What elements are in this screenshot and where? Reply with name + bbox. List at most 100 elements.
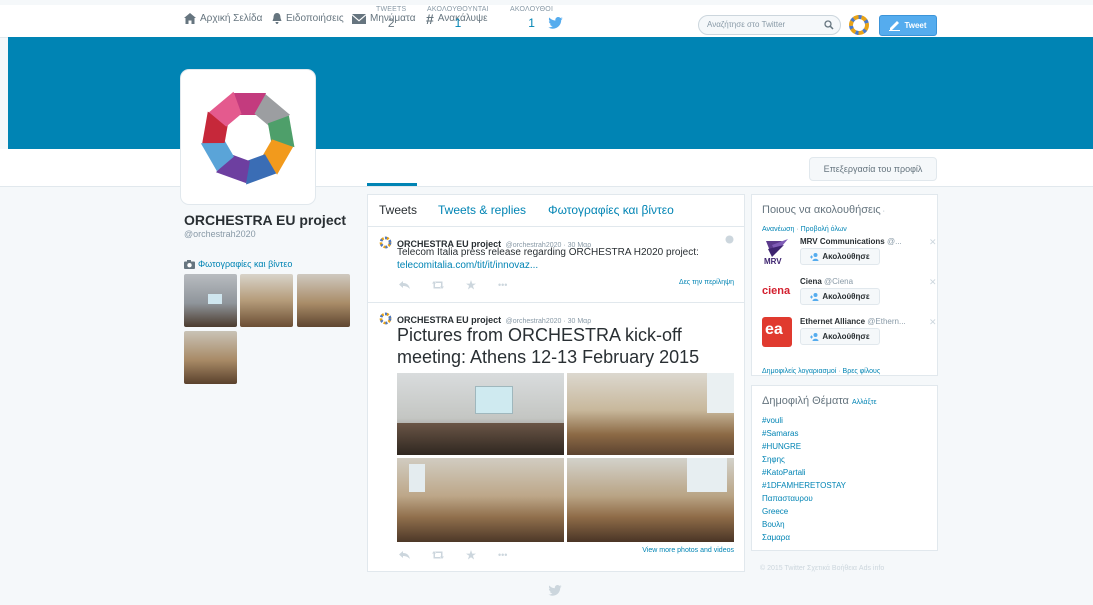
ciena-logo[interactable]: ciena	[762, 277, 792, 307]
popular-accounts-link[interactable]: Δημοφιλείς λογαριασμοί	[762, 368, 836, 375]
tweet-avatar-icon[interactable]	[379, 312, 392, 325]
who-to-follow-card: Ποιους να ακολουθήσεις · Ανανέωση · Προβ…	[751, 194, 938, 376]
follow-button[interactable]: Ακολούθησε	[800, 328, 880, 345]
trend-item[interactable]: #HUNGRE	[762, 442, 801, 451]
media-thumbnail[interactable]	[240, 274, 293, 327]
trend-item[interactable]: #Samaras	[762, 429, 798, 438]
trend-item[interactable]: Σαμαρα	[762, 533, 790, 542]
camera-icon	[184, 259, 195, 269]
ethernet-alliance-logo[interactable]: ea	[762, 317, 792, 347]
media-thumbnail[interactable]	[184, 331, 237, 384]
tweet-photo[interactable]	[567, 373, 734, 455]
edit-profile-button[interactable]: Επεξεργασία του προφίλ	[809, 157, 937, 181]
suggested-account-name[interactable]: MRV Communications @...	[800, 237, 902, 246]
view-more-photos-link[interactable]: View more photos and videos	[642, 547, 734, 554]
who-to-follow-heading: Ποιους να ακολουθήσεις	[762, 204, 881, 216]
compose-tweet-button[interactable]: Tweet	[879, 15, 937, 36]
find-friends-link[interactable]: Βρες φίλους	[843, 368, 881, 375]
favorite-star-icon[interactable]	[466, 280, 476, 290]
home-icon	[184, 13, 196, 24]
nav-notifications[interactable]: Ειδοποιήσεις	[272, 13, 344, 24]
trends-card: Δημοφιλή Θέματα Αλλάξτε #vouli #Samaras …	[751, 385, 938, 551]
trend-item[interactable]: Παπασταυρου	[762, 494, 813, 503]
view-summary-link[interactable]: Δες την περίληψη	[679, 279, 734, 286]
tweet-text: Telecom Italia press release regarding O…	[397, 247, 699, 258]
media-thumbnail[interactable]	[297, 274, 350, 327]
mrv-logo[interactable]: MRV	[762, 237, 792, 267]
retweet-icon[interactable]	[432, 551, 444, 559]
profile-avatar[interactable]	[181, 70, 315, 204]
follow-person-icon	[810, 332, 819, 341]
trend-item[interactable]: #KatoPartali	[762, 468, 806, 477]
tab-photos-videos[interactable]: Φωτογραφίες και βίντεο	[548, 203, 674, 217]
stat-followers-value: 1	[528, 16, 535, 30]
tweet-actions: •••	[399, 550, 507, 560]
stat-following-value: 1	[454, 16, 462, 30]
follow-button-label: Ακολούθησε	[822, 292, 870, 301]
profile-banner	[8, 37, 1093, 149]
timeline: Tweets Tweets & replies Φωτογραφίες και …	[367, 194, 745, 572]
follow-button[interactable]: Ακολούθησε	[800, 248, 880, 265]
page-footer[interactable]: © 2015 Twitter Σχετικά Βοήθεια Ads info	[760, 565, 884, 572]
profile-handle[interactable]: @orchestrah2020	[184, 229, 256, 239]
bell-icon	[272, 13, 282, 24]
dismiss-icon[interactable]: ✕	[929, 237, 937, 248]
tweet-link[interactable]: telecomitalia.com/tit/it/innovaz...	[397, 260, 538, 271]
who-to-follow-links: Ανανέωση · Προβολή όλων	[762, 226, 847, 233]
stat-tweets[interactable]: TWEETS 2	[376, 6, 406, 30]
stat-tweets-label: TWEETS	[376, 6, 407, 13]
photos-videos-label: Φωτογραφίες και βίντεο	[198, 259, 293, 269]
suggested-account: MRV MRV Communications @... Ακολούθησε ✕	[762, 237, 937, 267]
nav-notifications-label: Ειδοποιήσεις	[286, 13, 344, 24]
ciena-logo-text: ciena	[762, 285, 791, 297]
mrv-logo-text: MRV	[764, 257, 782, 266]
trend-item[interactable]: Greece	[762, 507, 788, 516]
favorite-star-icon[interactable]	[466, 550, 476, 560]
trends-change-link[interactable]: Αλλάξτε	[852, 399, 877, 406]
follow-button[interactable]: Ακολούθησε	[800, 288, 880, 305]
retweet-icon[interactable]	[432, 281, 444, 289]
reply-icon[interactable]	[399, 551, 410, 559]
suggested-account: ea Ethernet Alliance @Ethern... Ακολούθη…	[762, 317, 937, 347]
tweet-photo[interactable]	[397, 458, 564, 542]
stat-following[interactable]: ΑΚΟΛΟΥΘΟΥΝΤΑΙ 1	[427, 6, 489, 30]
tweet-photo[interactable]	[567, 458, 734, 542]
trend-item[interactable]: Σηφης	[762, 455, 785, 464]
tweet-avatar-icon[interactable]	[379, 236, 392, 249]
trend-item[interactable]: #vouli	[762, 416, 783, 425]
tab-tweets[interactable]: Tweets	[379, 203, 417, 217]
who-to-follow-footer: Δημοφιλείς λογαριασμοί · Βρες φίλους	[762, 368, 881, 375]
trends-title: Δημοφιλή Θέματα Αλλάξτε	[762, 395, 877, 407]
media-thumbnail[interactable]	[184, 274, 237, 327]
tab-tweets-replies[interactable]: Tweets & replies	[438, 203, 526, 217]
suggested-account-name[interactable]: Ethernet Alliance @Ethern...	[800, 317, 906, 326]
dismiss-icon[interactable]: ✕	[929, 317, 937, 328]
photos-videos-link[interactable]: Φωτογραφίες και βίντεο	[184, 259, 292, 269]
reply-icon[interactable]	[399, 281, 410, 289]
refresh-link[interactable]: Ανανέωση	[762, 226, 794, 233]
search-input[interactable]: Αναζήτησε στο Twitter	[698, 15, 841, 35]
search-icon[interactable]	[824, 20, 834, 30]
view-all-link[interactable]: Προβολή όλων	[801, 226, 847, 233]
trend-item[interactable]: #1DFAMHERETOSTAY	[762, 481, 846, 490]
search-placeholder: Αναζήτησε στο Twitter	[707, 20, 786, 29]
follow-button-label: Ακολούθησε	[822, 252, 870, 261]
trends-heading: Δημοφιλή Θέματα	[762, 395, 849, 407]
profile-avatar-small-icon[interactable]	[849, 15, 869, 35]
profile-name: ORCHESTRA EU project	[184, 212, 347, 228]
dismiss-icon[interactable]: ✕	[929, 277, 937, 288]
compose-icon	[889, 20, 901, 31]
twitter-bird-footer-icon	[548, 585, 562, 596]
nav-home[interactable]: Αρχική Σελίδα	[184, 13, 262, 24]
stat-followers[interactable]: ΑΚΟΛΟΥΘΟΙ 1	[510, 6, 553, 30]
orchestra-logo-icon	[200, 91, 295, 185]
follow-person-icon	[810, 292, 819, 301]
trend-item[interactable]: Βουλη	[762, 520, 785, 529]
suggested-account-name[interactable]: Ciena @Ciena	[800, 277, 853, 286]
tweet-item[interactable]: ORCHESTRA EU project @orchestrah2020 · 3…	[368, 232, 744, 302]
more-icon[interactable]: •••	[498, 280, 507, 290]
tweet-item[interactable]: ORCHESTRA EU project @orchestrah2020 · 3…	[368, 308, 744, 570]
tweet-photo[interactable]	[397, 373, 564, 455]
more-icon[interactable]: •••	[498, 550, 507, 560]
tweet-actions: •••	[399, 280, 507, 290]
